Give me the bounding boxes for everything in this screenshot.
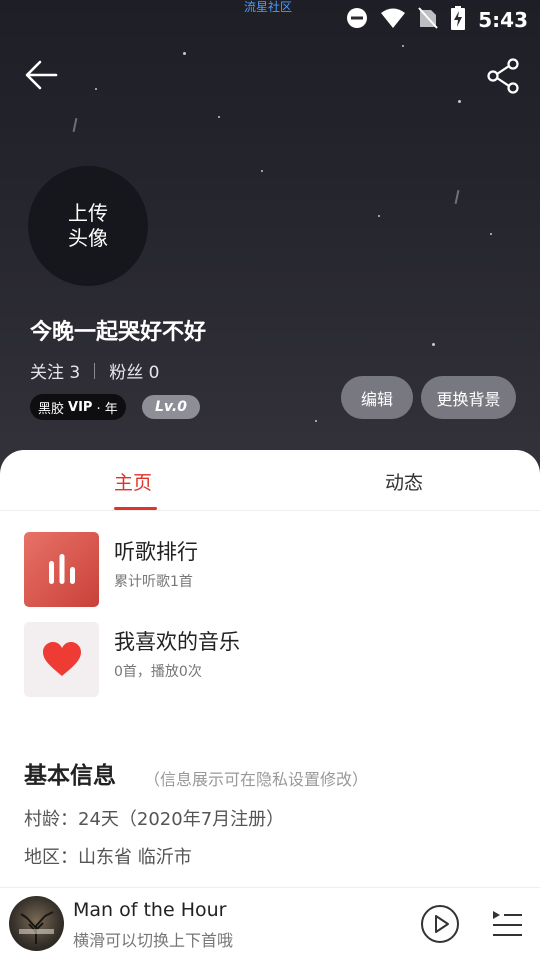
star-decoration xyxy=(95,88,97,90)
star-decoration xyxy=(378,215,380,217)
vip-text: 黑胶 xyxy=(38,401,65,417)
share-button[interactable] xyxy=(486,58,522,94)
tab-indicator xyxy=(114,507,157,510)
back-button[interactable] xyxy=(24,58,60,92)
playlist-button[interactable] xyxy=(490,908,524,940)
star-decoration xyxy=(261,170,263,172)
fans-label: 粉丝 xyxy=(109,363,144,383)
account-age-row: 村龄：24天（2020年7月注册） xyxy=(24,809,285,830)
player-hint: 横滑可以切换上下首哦 xyxy=(73,931,234,950)
fans-link[interactable]: 粉丝 0 xyxy=(109,358,159,383)
tab-bar: 主页 动态 xyxy=(0,450,540,511)
tab-home[interactable]: 主页 xyxy=(114,468,152,495)
list-item-listening-rank[interactable]: 听歌排行 累计听歌1首 xyxy=(24,532,524,608)
play-button[interactable] xyxy=(420,904,460,944)
edit-button[interactable]: 编辑 xyxy=(341,376,413,419)
list-item-subtitle: 0首，播放0次 xyxy=(114,664,202,680)
basic-info-hint: （信息展示可在隐私设置修改） xyxy=(144,770,369,789)
basic-info-title: 基本信息 xyxy=(24,763,116,789)
region-row: 地区：山东省 临沂市 xyxy=(24,847,192,868)
carrier-label: 流星社区 xyxy=(244,0,293,14)
no-sim-icon xyxy=(418,7,438,33)
divider xyxy=(94,362,96,379)
wifi-icon xyxy=(380,7,406,33)
follow-stats: 关注 3 粉丝 0 xyxy=(30,358,159,383)
star-decoration xyxy=(490,233,492,235)
change-background-button[interactable]: 更换背景 xyxy=(421,376,516,419)
do-not-disturb-icon xyxy=(346,7,368,33)
follow-count: 3 xyxy=(69,363,81,383)
star-decoration xyxy=(402,45,404,47)
heart-icon xyxy=(24,622,99,697)
fans-count: 0 xyxy=(148,363,160,383)
vip-badge[interactable]: 黑胶 VIP · 年 xyxy=(30,394,126,420)
album-cover xyxy=(9,896,64,951)
back-arrow-icon xyxy=(25,60,58,90)
star-decoration xyxy=(183,52,186,55)
playlist-icon xyxy=(493,911,522,936)
star-decoration xyxy=(218,116,220,118)
upload-avatar-button[interactable]: 上传头像 xyxy=(28,166,148,286)
list-item-liked-music[interactable]: 我喜欢的音乐 0首，播放0次 xyxy=(24,622,524,698)
level-badge[interactable]: Lv.0 xyxy=(142,395,200,419)
username: 今晚一起哭好不好 xyxy=(30,320,207,345)
follow-link[interactable]: 关注 3 xyxy=(30,358,80,383)
star-decoration xyxy=(315,420,317,422)
star-decoration xyxy=(458,100,461,103)
song-title: Man of the Hour xyxy=(73,899,227,921)
ranking-bars-icon xyxy=(24,532,99,607)
list-item-title: 我喜欢的音乐 xyxy=(114,630,240,654)
list-item-subtitle: 累计听歌1首 xyxy=(114,574,193,590)
star-decoration xyxy=(432,343,435,346)
battery-charging-icon xyxy=(450,6,466,34)
profile-content-sheet: 主页 动态 听歌排行 累计听歌1首 我喜欢的音乐 0首，播放0次 基本信息 （信… xyxy=(0,450,540,960)
tab-activity[interactable]: 动态 xyxy=(385,468,423,495)
follow-label: 关注 xyxy=(30,363,64,383)
share-icon xyxy=(487,58,519,94)
star-streak-decoration xyxy=(454,189,460,205)
play-circle-icon xyxy=(421,905,459,943)
list-item-title: 听歌排行 xyxy=(114,540,198,564)
star-streak-decoration xyxy=(72,117,78,133)
avatar-label: 上传头像 xyxy=(68,201,108,250)
status-bar: 流星社区 5:43 xyxy=(0,0,540,36)
status-time: 5:43 xyxy=(478,8,528,32)
vip-brand: VIP xyxy=(68,399,93,415)
mini-player[interactable]: Man of the Hour 横滑可以切换上下首哦 xyxy=(0,887,540,961)
vip-suffix: · 年 xyxy=(96,401,118,417)
